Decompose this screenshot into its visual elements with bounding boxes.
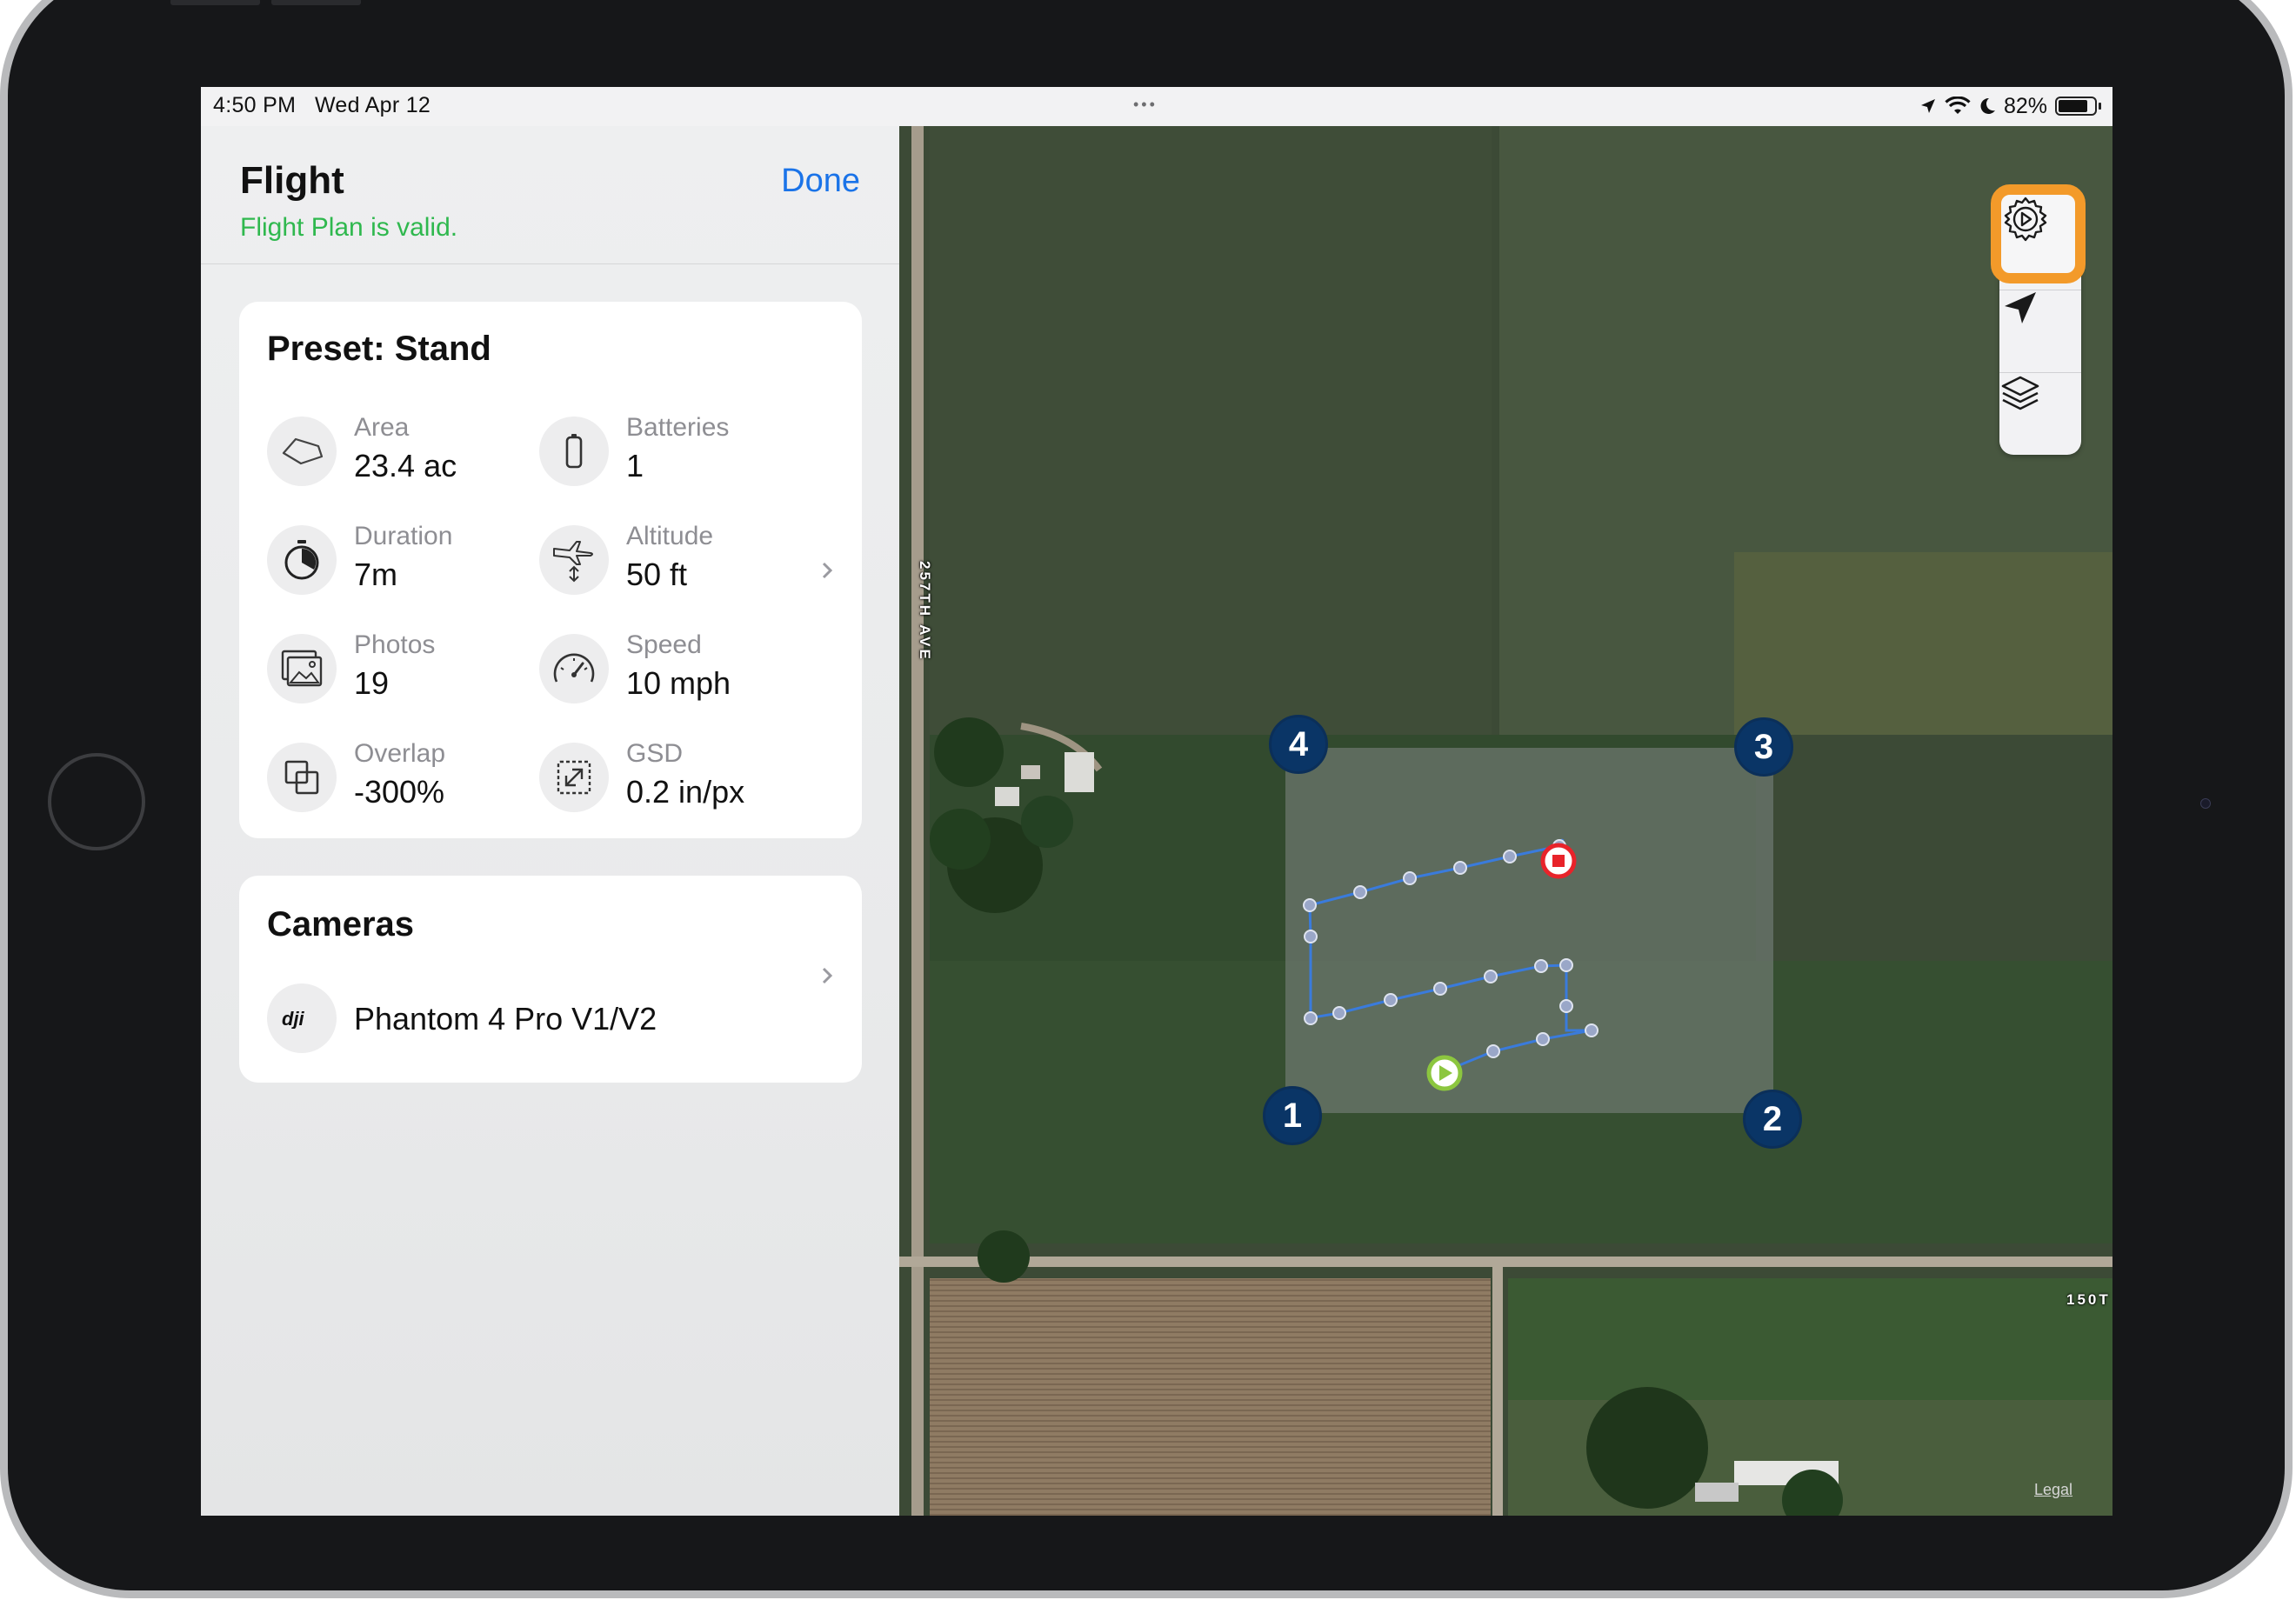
- preset-title: Preset: Stand: [267, 330, 491, 368]
- stat-batteries: Batteries 1: [539, 413, 800, 491]
- stat-value: 7m: [354, 557, 398, 592]
- settings-icon: [2004, 197, 2047, 242]
- camera-name: Phantom 4 Pro V1/V2: [354, 1001, 657, 1037]
- waypoint[interactable]: [1484, 970, 1498, 983]
- stat-value: 19: [354, 665, 390, 701]
- timer-icon: [267, 525, 337, 595]
- battery-percent: 82%: [2003, 93, 2047, 118]
- stat-value: -300%: [354, 774, 445, 810]
- waypoint[interactable]: [1433, 982, 1447, 996]
- stat-value: 50 ft: [626, 557, 688, 592]
- hardware-button: [170, 0, 260, 5]
- screen: 4:50 PM Wed Apr 12 ••• 82% Flight Flight…: [201, 87, 2112, 1516]
- wifi-icon: [1945, 97, 1971, 114]
- location-button[interactable]: [1999, 287, 2081, 370]
- waypoint[interactable]: [1453, 861, 1467, 875]
- satellite-imagery: [899, 126, 2112, 1516]
- waypoint[interactable]: [1304, 1011, 1318, 1025]
- ipad-device-frame: 4:50 PM Wed Apr 12 ••• 82% Flight Flight…: [0, 0, 2296, 1600]
- stat-label: Photos: [354, 630, 436, 659]
- stat-duration: Duration 7m: [267, 522, 528, 600]
- waypoint[interactable]: [1585, 1023, 1599, 1037]
- stat-value: 23.4 ac: [354, 448, 457, 483]
- battery-icon: [2055, 97, 2101, 116]
- hardware-button: [271, 0, 361, 5]
- waypoint[interactable]: [1332, 1006, 1346, 1020]
- speedometer-icon: [539, 634, 609, 703]
- area-polygon-icon: [267, 417, 337, 486]
- waypoint[interactable]: [1486, 1044, 1500, 1058]
- legal-link[interactable]: Legal: [2034, 1481, 2072, 1499]
- cameras-card[interactable]: Cameras dji Phantom 4 Pro V1/V2: [239, 876, 862, 1083]
- stat-photos: Photos 19: [267, 630, 528, 709]
- stat-label: Duration: [354, 522, 453, 550]
- waypoint[interactable]: [1304, 930, 1318, 943]
- stat-label: Area: [354, 413, 410, 442]
- corner-marker-1[interactable]: 1: [1263, 1086, 1322, 1145]
- gsd-icon: [539, 743, 609, 812]
- battery-fill: [2059, 100, 2087, 112]
- svg-text:dji: dji: [282, 1008, 305, 1029]
- stat-altitude: Altitude 50 ft: [539, 522, 800, 600]
- waypoint[interactable]: [1353, 885, 1367, 899]
- multitasking-handle[interactable]: •••: [1133, 96, 1158, 114]
- flight-plan-status: Flight Plan is valid.: [240, 213, 458, 242]
- done-button[interactable]: Done: [781, 163, 860, 200]
- moon-icon: [1980, 97, 1995, 114]
- location-services-icon: [1920, 99, 1935, 113]
- waypoint[interactable]: [1403, 871, 1417, 885]
- waypoint[interactable]: [1503, 850, 1517, 863]
- waypoint[interactable]: [1384, 993, 1398, 1007]
- panel-title: Flight: [240, 159, 344, 202]
- stat-label: Overlap: [354, 739, 446, 768]
- waypoint[interactable]: [1559, 958, 1573, 972]
- stat-label: GSD: [626, 739, 684, 768]
- layers-icon: [2001, 376, 2039, 410]
- waypoint[interactable]: [1303, 898, 1317, 912]
- dji-logo-icon: dji: [267, 983, 337, 1053]
- settings-button[interactable]: [1991, 184, 2086, 283]
- preset-card[interactable]: Preset: Stand Area 23.4 ac Batteries 1 D…: [239, 302, 862, 838]
- stat-value: 10 mph: [626, 665, 731, 701]
- status-time: 4:50 PM Wed Apr 12: [213, 93, 431, 117]
- layers-button[interactable]: [1999, 372, 2081, 455]
- chevron-right-icon[interactable]: [818, 561, 837, 580]
- flight-panel: Flight Flight Plan is valid. Done Preset…: [201, 126, 899, 1516]
- road-label: 257TH AVE: [917, 561, 933, 662]
- location-arrow-icon: [2005, 292, 2036, 323]
- altitude-plane-icon: [539, 525, 609, 595]
- stat-value: 0.2 in/px: [626, 774, 745, 810]
- waypoint[interactable]: [1536, 1032, 1550, 1046]
- battery-icon: [539, 417, 609, 486]
- waypoint[interactable]: [1534, 959, 1548, 973]
- road-label: 150T: [2066, 1291, 2111, 1308]
- status-indicators: 82%: [1919, 92, 2101, 120]
- corner-marker-2[interactable]: 2: [1743, 1090, 1802, 1149]
- panel-header: Flight Flight Plan is valid. Done: [201, 126, 899, 264]
- stat-area: Area 23.4 ac: [267, 413, 528, 491]
- corner-marker-4[interactable]: 4: [1269, 715, 1328, 774]
- stat-label: Batteries: [626, 413, 730, 442]
- stat-gsd: GSD 0.2 in/px: [539, 739, 800, 817]
- home-button[interactable]: [48, 753, 145, 850]
- stat-speed: Speed 10 mph: [539, 630, 800, 709]
- corner-marker-3[interactable]: 3: [1734, 717, 1793, 777]
- stat-value: 1: [626, 448, 644, 483]
- photos-icon: [267, 634, 337, 703]
- stat-label: Altitude: [626, 522, 714, 550]
- waypoint[interactable]: [1559, 999, 1573, 1013]
- front-camera: [2200, 798, 2211, 809]
- overlap-icon: [267, 743, 337, 812]
- stat-label: Speed: [626, 630, 702, 659]
- chevron-right-icon[interactable]: [818, 966, 837, 985]
- cameras-title: Cameras: [267, 905, 415, 943]
- status-bar: 4:50 PM Wed Apr 12 ••• 82%: [201, 87, 2112, 126]
- stat-overlap: Overlap -300%: [267, 739, 528, 817]
- map-view[interactable]: 257TH AVE 150T Legal 1 2 3 4: [899, 126, 2112, 1516]
